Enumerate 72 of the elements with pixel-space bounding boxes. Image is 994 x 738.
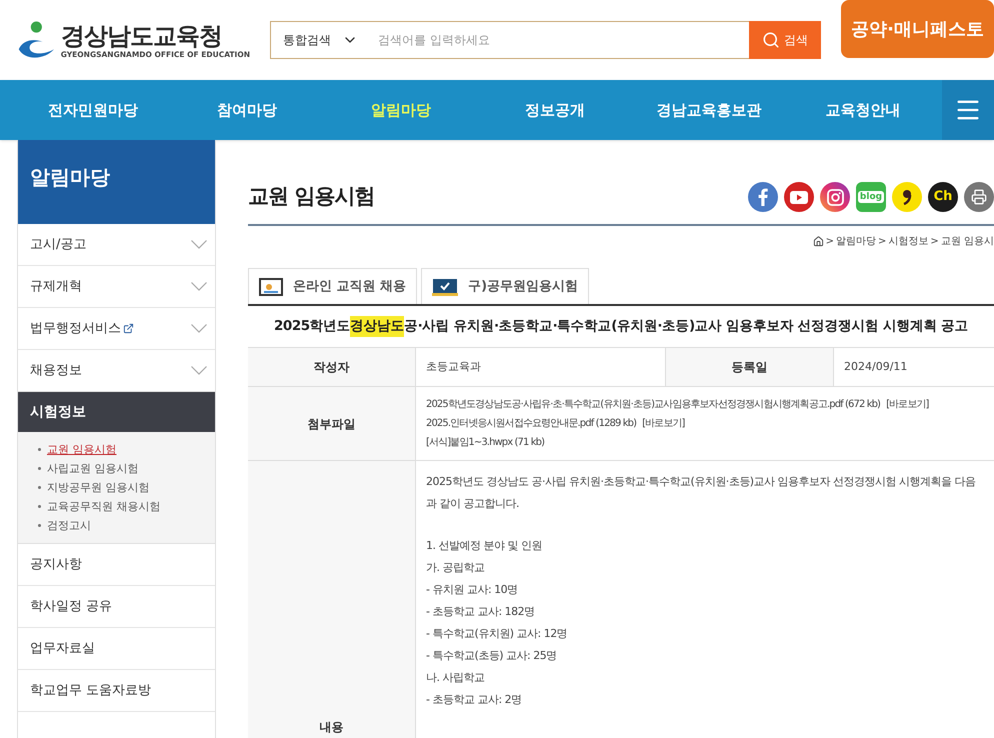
page-title: 교원 임용시험 — [248, 182, 374, 210]
sidebar-section-header[interactable]: 시험정보 — [18, 392, 215, 432]
menu-button[interactable] — [942, 80, 994, 140]
breadcrumb-separator: > — [826, 234, 834, 248]
body-text: - 유치원 교사: 10명 — [426, 582, 519, 598]
sidebar-item-label: 업무자료실 — [30, 640, 95, 658]
body-text: 1. 선발예정 분야 및 인원 — [426, 538, 543, 554]
bullet-icon — [38, 448, 41, 451]
sidebar-item-label: 고시/공고 — [30, 236, 86, 254]
nav-link[interactable]: 참여마당 — [170, 98, 324, 122]
chevron-down-icon — [191, 366, 207, 375]
chalkboard-icon — [432, 278, 458, 296]
submenu-link[interactable]: 교원 임용시험 — [47, 442, 116, 457]
preview-link[interactable]: [바로보기] — [886, 397, 928, 412]
body-text: - 초등학교 교사: 182명 — [426, 604, 536, 620]
bullet-icon — [38, 524, 41, 527]
table-header-cell-text: 내용 — [320, 719, 344, 736]
submenu-link[interactable]: 교육공무직원 채용시험 — [47, 499, 160, 514]
body-text: 2025학년도 경상남도 공·사립 유치원·초등학교·특수학교(유치원·초등)교사 임용후보자 선정경쟁시험 시행계획을 다음과 같이 공고합니다. — [426, 474, 977, 512]
attachment-link[interactable]: [서식]붙임1~3.hwpx (71 kb) — [426, 435, 544, 450]
sidebar-item-label: 공지사항 — [30, 556, 82, 574]
bullet-icon — [38, 505, 41, 508]
sidebar-item-label: 법무행정서비스 — [30, 320, 121, 338]
chevron-down-icon — [191, 282, 207, 291]
breadcrumb-link[interactable]: 알림마당 — [836, 234, 876, 248]
channel-button[interactable]: Ch — [928, 182, 958, 212]
table-header-cell: 작성자 — [248, 348, 415, 386]
tab-button[interactable]: 구)공무원임용시험 — [421, 268, 590, 304]
sidebar-item-label: 학교업무 도움자료방 — [30, 682, 152, 700]
search-icon — [762, 31, 780, 49]
table-cell: 2024/09/11 — [833, 348, 994, 386]
submenu-link[interactable]: 검정고시 — [47, 518, 91, 533]
monitor-icon — [259, 278, 283, 296]
breadcrumb-link[interactable]: 교원 임용시 — [940, 234, 994, 248]
nav-link[interactable]: 경남교육홍보관 — [632, 98, 786, 122]
camera-icon[interactable] — [820, 182, 850, 212]
chevron-down-icon — [191, 324, 207, 333]
tab-button[interactable]: 온라인 교직원 채용 — [248, 268, 418, 304]
table-header-cell: 첨부파일 — [248, 387, 415, 460]
table-header-cell: 등록일 — [665, 348, 833, 386]
nav-link[interactable]: 전자민원마당 — [16, 98, 170, 122]
submenu-link[interactable]: 사립교원 임용시험 — [47, 461, 138, 476]
attachment-link[interactable]: 2025.인터넷응시원서접수요령안내문.pdf (1289 kb) — [426, 416, 636, 431]
logo-title: 경상남도교육청 — [60, 22, 223, 50]
body-text: - 초등학교 교사: 2명 — [426, 692, 523, 708]
new-window-icon — [123, 323, 134, 334]
video-play-icon[interactable] — [784, 182, 814, 212]
quote-mark-icon[interactable] — [892, 182, 922, 212]
nav-link[interactable]: 정보공개 — [478, 98, 632, 122]
facebook-icon[interactable] — [748, 182, 778, 212]
breadcrumb-separator: > — [930, 234, 939, 248]
sidebar-item-label: 채용정보 — [30, 362, 82, 380]
sidebar-item-label: 학사일정 공유 — [30, 598, 112, 616]
preview-link[interactable]: [바로보기] — [642, 416, 684, 431]
bullet-icon — [38, 467, 41, 470]
breadcrumb-separator: > — [878, 234, 886, 248]
bullet-icon — [38, 486, 41, 489]
sidebar-item-label: 규제개혁 — [30, 278, 82, 296]
chevron-down-icon — [191, 240, 207, 249]
attachment-link[interactable]: 2025학년도경상남도공·사립유·초·특수학교(유치원·초등)교사임용후보자선정경쟁시험시행계획공고.pdf (672 kb) — [426, 397, 880, 412]
search-field[interactable]: 검색어를 입력하세요 — [370, 21, 750, 59]
submenu-link[interactable]: 지방공무원 임용시험 — [47, 480, 150, 495]
breadcrumb-link[interactable]: 시험정보 — [888, 234, 928, 248]
body-text: - 특수학교(초등) 교사: 25명 — [426, 648, 558, 664]
home-icon — [812, 236, 824, 246]
body-text: - 특수학교(유치원) 교사: 12명 — [426, 626, 568, 642]
nav-link[interactable]: 교육청안내 — [786, 98, 940, 122]
sidebar-title: 알림마당 — [18, 140, 215, 224]
body-text: 나. 사립학교 — [426, 670, 486, 686]
print-icon[interactable] — [964, 182, 994, 212]
body-text: 가. 공립학교 — [426, 560, 486, 576]
search-scope-dropdown[interactable]: 통합검색 — [270, 21, 370, 59]
